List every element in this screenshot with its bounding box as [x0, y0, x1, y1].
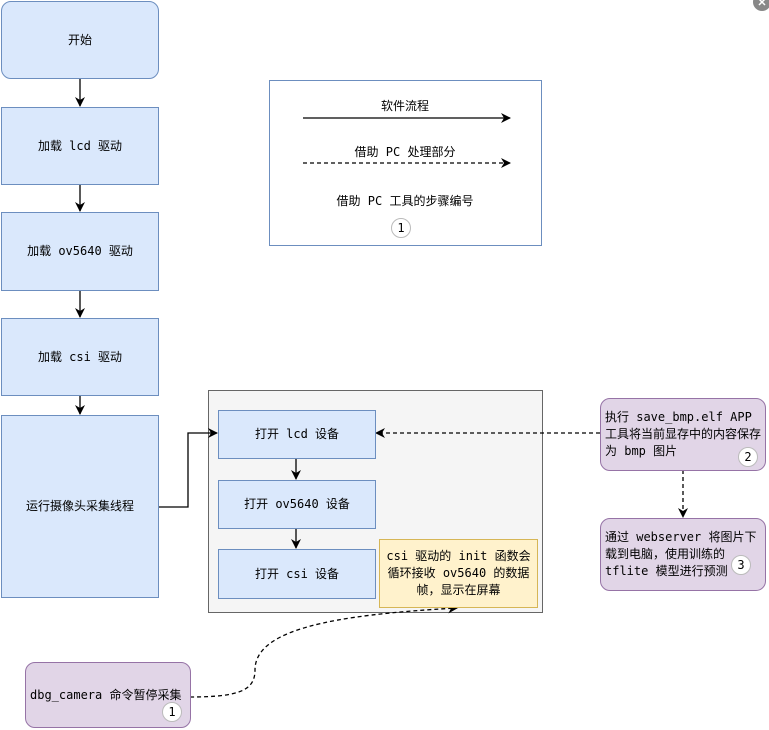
load-lcd-node: 加载 lcd 驱动 — [1, 107, 159, 185]
legend-solid-label: 软件流程 — [380, 99, 429, 113]
open-lcd-node: 打开 lcd 设备 — [218, 410, 376, 459]
step-badge: 3 — [731, 555, 751, 575]
load-ov5640-node: 加载 ov5640 驱动 — [1, 212, 159, 291]
open-ov5640-node: 打开 ov5640 设备 — [218, 480, 376, 529]
step-badge: 2 — [738, 447, 758, 467]
step-badge: 1 — [162, 702, 182, 722]
start-node: 开始 — [1, 1, 159, 79]
step-badge: 1 — [391, 218, 411, 238]
csi-note: csi 驱动的 init 函数会循环接收 ov5640 的数据帧，显示在屏幕 — [379, 539, 538, 608]
load-csi-node: 加载 csi 驱动 — [1, 318, 159, 396]
arrow — [158, 428, 218, 508]
legend-dashed-label: 借助 PC 处理部分 — [354, 145, 456, 159]
legend-step-label: 借助 PC 工具的步骤编号 — [336, 194, 474, 208]
dashed-curve — [189, 603, 458, 698]
camera-thread-node: 运行摄像头采集线程 — [1, 415, 159, 598]
open-csi-node: 打开 csi 设备 — [218, 549, 376, 599]
